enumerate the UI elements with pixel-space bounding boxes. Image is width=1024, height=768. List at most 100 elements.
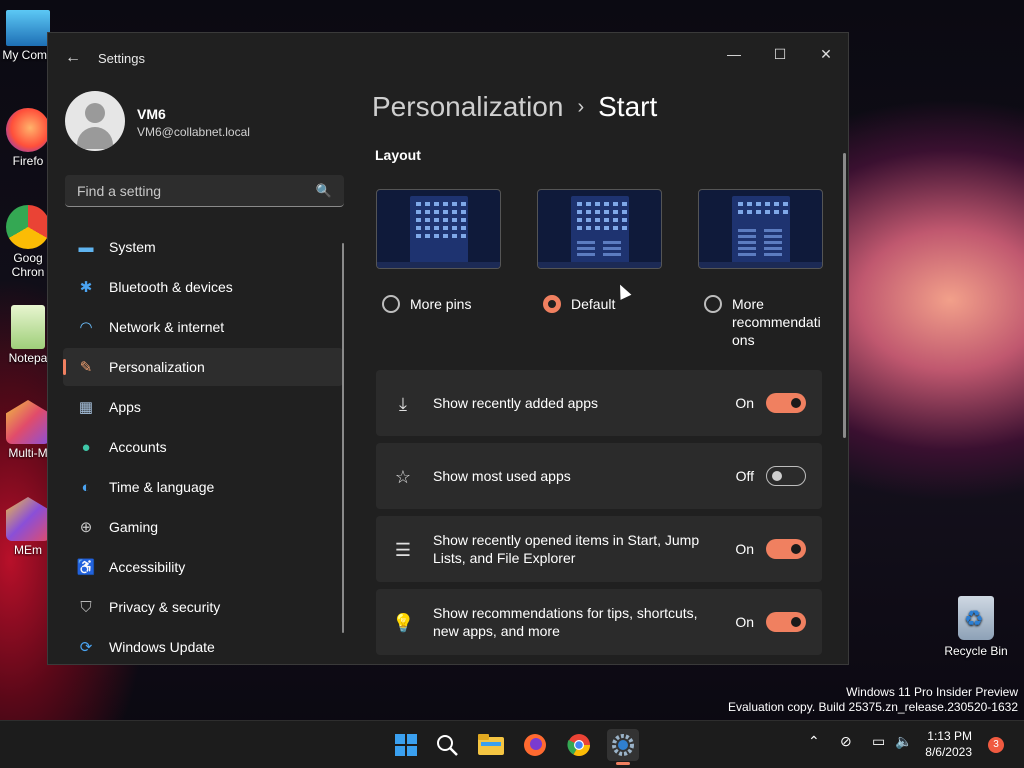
sidebar-scrollbar[interactable]	[342, 243, 344, 633]
taskbar-chrome[interactable]	[563, 729, 595, 761]
search-icon[interactable]: 🔍	[316, 183, 332, 199]
brush-icon: ✎	[79, 359, 93, 376]
start-icon	[395, 734, 417, 756]
main-scrollbar[interactable]	[843, 153, 846, 438]
bluetooth-icon: ✱	[79, 279, 93, 296]
sidebar-item-label: Apps	[109, 399, 141, 415]
toggle-state-label: On	[735, 614, 754, 630]
memu-icon	[6, 400, 50, 444]
minimize-button[interactable]: —	[711, 39, 757, 69]
shield-icon: ⛉	[80, 598, 92, 616]
taskbar-search-button[interactable]	[431, 729, 463, 761]
radio-label-line-1: More recommendati	[732, 296, 821, 330]
taskbar-preview	[538, 262, 661, 268]
firefox-icon	[524, 734, 546, 756]
radio-button[interactable]	[382, 295, 400, 313]
sidebar-item-label: Windows Update	[109, 639, 215, 655]
sidebar-item-privacy-security[interactable]: ⛉ Privacy & security	[63, 588, 343, 626]
taskbar-clock[interactable]: 1:13 PM 8/6/2023	[925, 728, 972, 760]
taskbar-preview	[699, 262, 822, 268]
recycle-bin-icon	[958, 596, 994, 640]
star-icon: ☆	[394, 467, 412, 487]
sidebar-item-gaming[interactable]: ⊕ Gaming	[63, 508, 343, 546]
sidebar-item-label: Gaming	[109, 519, 159, 535]
breadcrumb-parent[interactable]: Personalization	[372, 91, 563, 122]
breadcrumb: Personalization › Start	[372, 91, 657, 123]
layout-option-more-recommendations[interactable]: More recommendati ons	[704, 295, 848, 349]
layout-section-title: Layout	[375, 147, 421, 163]
settings-icon	[612, 734, 634, 756]
sidebar-item-label: Time & language	[109, 479, 215, 495]
maximize-button[interactable]: ☐	[757, 39, 803, 69]
accessibility-icon: ♿	[76, 559, 96, 576]
search-input[interactable]	[75, 175, 309, 207]
notification-badge[interactable]: 3	[988, 737, 1004, 753]
layout-option-more-pins[interactable]: More pins	[382, 295, 471, 313]
toggle-switch[interactable]	[766, 466, 806, 486]
sidebar-item-label: Privacy & security	[109, 599, 221, 615]
apps-icon: ▦	[78, 399, 94, 416]
search-box[interactable]: 🔍	[65, 175, 344, 207]
layout-preview-more-pins[interactable]	[376, 189, 501, 269]
sidebar-item-label: Accounts	[109, 439, 167, 455]
watermark-line-1: Windows 11 Pro Insider Preview	[846, 685, 1018, 699]
title-bar[interactable]: ← Settings — ☐ ✕	[48, 33, 848, 83]
sidebar-item-apps[interactable]: ▦ Apps	[63, 388, 343, 426]
start-button[interactable]	[390, 729, 422, 761]
tray-network-icon[interactable]: ▭	[872, 733, 885, 750]
close-button[interactable]: ✕	[803, 39, 848, 69]
sidebar-item-time-language[interactable]: ◐ Time & language	[63, 468, 343, 506]
desktop-icon-recycle-bin[interactable]: Recycle Bin	[940, 596, 1012, 658]
download-icon: ⤓	[399, 394, 407, 414]
system-icon: ▬	[78, 238, 94, 256]
taskbar-preview	[377, 262, 500, 268]
sidebar-item-system[interactable]: ▬ System	[63, 228, 343, 266]
toggle-state-label: On	[735, 395, 754, 411]
sidebar-item-personalization[interactable]: ✎ Personalization	[63, 348, 343, 386]
sidebar-item-accessibility[interactable]: ♿ Accessibility	[63, 548, 343, 586]
firefox-icon	[6, 108, 50, 152]
sidebar-item-network-internet[interactable]: ◠ Network & internet	[63, 308, 343, 346]
radio-label: More pins	[410, 296, 472, 312]
layout-preview-more-recommendations[interactable]	[698, 189, 823, 269]
wifi-icon: ◠	[79, 319, 93, 336]
taskbar-firefox[interactable]	[519, 729, 551, 761]
memu-icon	[6, 497, 50, 541]
taskbar-file-explorer[interactable]	[475, 729, 507, 761]
toggle-switch[interactable]	[766, 393, 806, 413]
taskbar-settings[interactable]	[607, 729, 639, 765]
chrome-icon	[6, 205, 50, 249]
lightbulb-icon: 💡	[392, 613, 415, 633]
tray-volume-icon[interactable]: 🔈	[895, 733, 912, 750]
sidebar-item-bluetooth-devices[interactable]: ✱ Bluetooth & devices	[63, 268, 343, 306]
radio-button[interactable]	[704, 295, 722, 313]
search-icon	[437, 735, 458, 756]
tray-chevron-icon[interactable]: ⌃	[808, 733, 820, 750]
page-title: Start	[598, 91, 658, 122]
radio-button[interactable]	[543, 295, 561, 313]
setting-label: Show recommendations for tips, shortcuts…	[433, 605, 698, 639]
avatar[interactable]	[65, 91, 125, 151]
sidebar-item-label: Accessibility	[109, 559, 186, 575]
back-button[interactable]: ←	[62, 47, 84, 69]
clock-time: 1:13 PM	[927, 729, 972, 743]
sidebar-item-windows-update[interactable]: ⟳ Windows Update	[63, 628, 343, 664]
toggle-switch[interactable]	[766, 539, 806, 559]
sidebar-item-accounts[interactable]: ● Accounts	[63, 428, 343, 466]
settings-window: ← Settings — ☐ ✕ VM6 VM6@collabnet.local…	[47, 32, 849, 665]
start-menu-preview	[410, 196, 468, 264]
tray-network-off-icon[interactable]: ⊘	[840, 733, 852, 750]
layout-option-default[interactable]: Default	[543, 295, 615, 313]
setting-recently-added-apps: ⤓ Show recently added apps On	[376, 370, 822, 436]
toggle-state-label: On	[735, 541, 754, 557]
breadcrumb-separator: ›	[577, 96, 585, 118]
toggle-switch[interactable]	[766, 612, 806, 632]
toggle-state-label: Off	[735, 468, 754, 484]
layout-preview-default[interactable]	[537, 189, 662, 269]
setting-label: Show recently opened items in Start, Jum…	[433, 532, 700, 566]
profile-name: VM6	[137, 106, 166, 122]
sidebar-item-label: Network & internet	[109, 319, 225, 335]
radio-label: More recommendati ons	[732, 295, 848, 349]
watermark-line-2: Evaluation copy. Build 25375.zn_release.…	[728, 700, 1018, 714]
recycle-bin-label: Recycle Bin	[944, 644, 1008, 658]
